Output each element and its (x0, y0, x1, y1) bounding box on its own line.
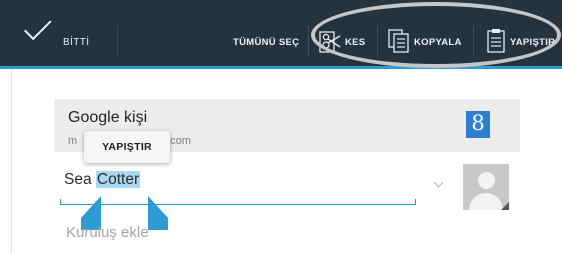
done-label: BİTTİ (63, 37, 90, 48)
page-edge (11, 69, 12, 253)
avatar-head (478, 172, 495, 189)
done-button[interactable]: BİTTİ (0, 0, 117, 66)
avatar-menu-corner (501, 202, 509, 210)
name-field-underline (60, 204, 416, 205)
paste-popup-label: YAPIŞTIR (102, 141, 152, 153)
divider (308, 26, 309, 56)
selection-end-handle[interactable] (146, 196, 170, 232)
divider (117, 26, 118, 56)
highlight-oval (311, 2, 561, 68)
name-field[interactable]: Sea Cotter (64, 171, 141, 195)
contact-photo[interactable] (463, 164, 509, 210)
selected-text: Cotter (95, 171, 141, 188)
underline-tick (415, 199, 416, 205)
check-icon (24, 12, 52, 41)
underline-tick (60, 199, 61, 205)
select-all-button[interactable]: TÜMÜNÜ SEÇ (233, 37, 299, 48)
avatar-body (469, 193, 503, 210)
chevron-down-icon[interactable] (433, 177, 444, 188)
name-text: Sea (64, 171, 96, 188)
account-name: Google kişi (68, 109, 148, 126)
paste-popup[interactable]: YAPIŞTIR (84, 131, 170, 163)
google-account-icon: 8 (466, 111, 490, 138)
add-organization-link[interactable]: Kuruluş ekle (66, 224, 149, 241)
action-bar-accent-line (0, 66, 562, 69)
